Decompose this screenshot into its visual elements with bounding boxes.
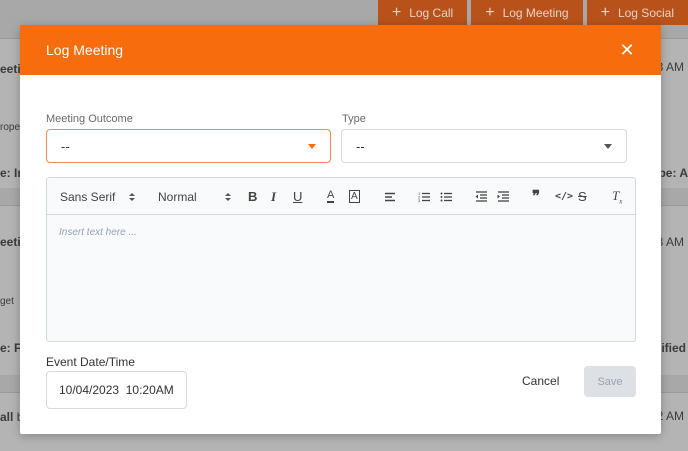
activity-text-fragment: rope [0,122,21,133]
plus-icon: + [600,3,610,21]
close-icon[interactable]: ✕ [619,41,635,59]
underline-button[interactable]: U [293,178,302,215]
editor-placeholder: Insert text here ... [59,227,137,238]
chevron-down-icon [308,144,316,149]
outdent-icon[interactable] [475,178,488,215]
meeting-outcome-value: -- [61,138,70,154]
event-datetime-value: 10/04/2023 10:20AM [59,383,174,397]
activity-text-fragment: get [0,296,14,307]
meeting-outcome-select[interactable]: -- [46,129,331,163]
bold-button[interactable]: B [248,178,257,215]
type-value: -- [356,138,365,154]
plus-icon: + [391,3,402,21]
plus-icon: + [485,3,495,21]
log-social-button[interactable]: + Log Social [586,0,688,25]
italic-button[interactable]: I [271,178,276,215]
font-size-select[interactable]: Normal [158,178,231,215]
type-select[interactable]: -- [341,129,627,163]
background-action-bar: + Log Call + Log Meeting + Log Social [377,0,688,25]
activity-meta-fragment: ified [661,341,686,355]
activity-title-fragment: eeti [0,62,21,76]
save-button[interactable]: Save [584,366,636,397]
notes-editor: Sans Serif Normal B I U A A 123 ❞ </> S … [46,177,636,342]
chevron-down-icon [604,144,612,149]
strike-icon[interactable]: S [578,178,587,215]
event-datetime-input[interactable]: 10/04/2023 10:20AM [46,371,187,409]
text-color-icon[interactable]: A [327,178,335,215]
code-icon[interactable]: </> [555,178,573,215]
type-label: Type [342,113,366,125]
quote-icon[interactable]: ❞ [532,178,540,215]
cancel-button[interactable]: Cancel [522,366,559,396]
bullet-list-icon[interactable] [440,178,453,215]
activity-title-fragment: eeti [0,235,21,249]
log-call-button[interactable]: + Log Call [377,0,468,25]
meeting-outcome-label: Meeting Outcome [46,113,133,125]
log-meeting-dialog: Log Meeting ✕ Meeting Outcome -- Type --… [20,25,661,434]
align-icon[interactable] [384,178,396,215]
event-datetime-label: Event Date/Time [46,355,135,369]
dialog-title: Log Meeting [46,42,124,58]
ordered-list-icon[interactable]: 123 [418,178,431,215]
editor-text-area[interactable]: Insert text here ... [47,215,635,250]
svg-text:3: 3 [418,198,421,202]
updown-icon [129,192,136,201]
clear-format-icon[interactable]: Tx [612,178,622,215]
dialog-header: Log Meeting ✕ [20,25,661,75]
font-family-select[interactable]: Sans Serif [60,178,136,215]
editor-toolbar: Sans Serif Normal B I U A A 123 ❞ </> S … [47,178,635,215]
highlight-icon[interactable]: A [349,178,360,215]
indent-icon[interactable] [497,178,510,215]
activity-meta-fragment: pe: A [658,166,688,180]
updown-icon [224,192,231,201]
log-meeting-button[interactable]: + Log Meeting [471,0,583,25]
